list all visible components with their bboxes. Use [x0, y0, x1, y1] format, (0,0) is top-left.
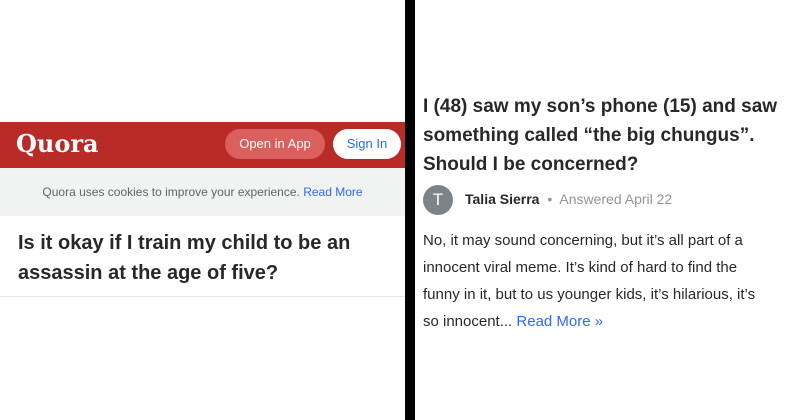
question-divider — [0, 296, 405, 297]
answer-line: No, it may sound concerning, but it’s al… — [423, 232, 743, 249]
answer-line: innocent viral meme. It’s kind of hard t… — [423, 259, 738, 276]
panel-divider — [405, 0, 415, 420]
question-title[interactable]: Is it okay if I train my child to be an … — [18, 228, 390, 288]
question-title[interactable]: I (48) saw my son’s phone (15) and saw s… — [423, 92, 799, 179]
quora-header-bar: Quora Open in App Sign In — [0, 122, 405, 168]
answer-text: No, it may sound concerning, but it’s al… — [423, 227, 800, 335]
sign-in-button[interactable]: Sign In — [333, 129, 401, 159]
answer-line: so innocent... Read More » — [423, 308, 800, 335]
answer-line: funny in it, but to us younger kids, it’… — [423, 286, 756, 303]
cookie-read-more-link[interactable]: Read More — [303, 185, 362, 199]
right-screenshot-panel: I (48) saw my son’s phone (15) and saw s… — [415, 0, 800, 420]
author-name[interactable]: Talia Sierra — [465, 191, 539, 207]
answer-date: Answered April 22 — [559, 191, 673, 207]
left-screenshot-panel: Quora Open in App Sign In Quora uses coo… — [0, 0, 405, 420]
avatar[interactable]: T — [423, 185, 453, 215]
cookie-notice: Quora uses cookies to improve your exper… — [0, 168, 405, 216]
cookie-notice-text: Quora uses cookies to improve your exper… — [42, 185, 300, 199]
answer-byline: Talia Sierra • Answered April 22 — [465, 191, 672, 207]
answer-line-text: so innocent... — [423, 313, 513, 330]
quora-logo[interactable]: Quora — [16, 129, 99, 158]
byline-separator: • — [547, 191, 553, 207]
answer-read-more-link[interactable]: Read More » — [516, 313, 603, 330]
open-in-app-button[interactable]: Open in App — [225, 129, 325, 159]
